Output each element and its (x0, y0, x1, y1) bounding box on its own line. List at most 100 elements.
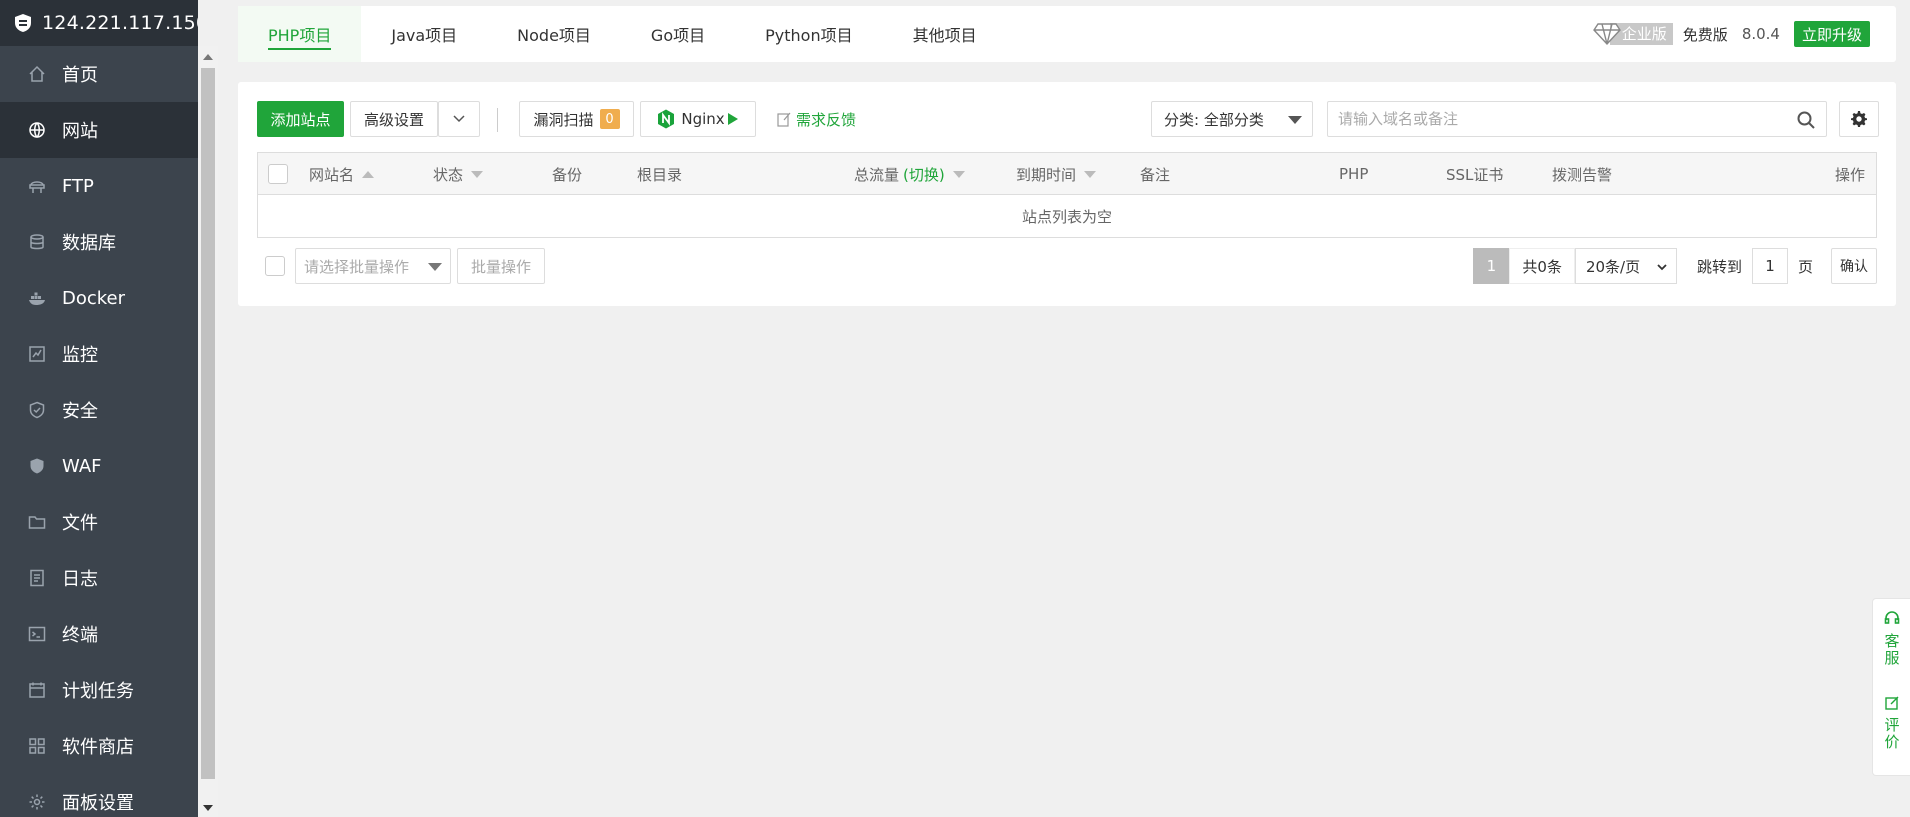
free-edition-label[interactable]: 免费版 (1683, 24, 1728, 45)
sidebar-item-label: 监控 (62, 345, 98, 366)
sidebar-item-files[interactable]: 文件 (0, 494, 198, 550)
enterprise-edition[interactable]: 企业版 (1592, 22, 1673, 46)
col-site-name[interactable]: 网站名 (309, 153, 375, 195)
server-header[interactable]: 124.221.117.150 0 (0, 0, 198, 46)
database-icon (28, 233, 46, 251)
feedback-link[interactable]: 需求反馈 (776, 101, 856, 137)
sidebar-item-logs[interactable]: 日志 (0, 550, 198, 606)
sidebar-item-monitor[interactable]: 监控 (0, 326, 198, 382)
globe-icon (28, 121, 46, 139)
tab-other[interactable]: 其他项目 (883, 6, 1007, 62)
tab-java[interactable]: Java项目 (361, 6, 487, 62)
table-settings-button[interactable] (1839, 101, 1879, 137)
customer-service-label: 客服 (1882, 633, 1901, 667)
monitor-icon (28, 345, 46, 363)
current-page[interactable]: 1 (1473, 248, 1510, 284)
waf-icon (28, 457, 46, 475)
search-box[interactable] (1327, 101, 1827, 137)
edit-icon (777, 112, 791, 127)
folder-icon (28, 513, 46, 531)
col-php: PHP (1339, 165, 1369, 183)
nginx-icon (658, 109, 675, 129)
feedback-label: 需求反馈 (796, 110, 857, 129)
scroll-up-arrow-icon[interactable] (203, 54, 213, 60)
jump-page-input[interactable]: 1 (1751, 248, 1788, 284)
headset-icon (1884, 611, 1900, 624)
sidebar-item-website[interactable]: 网站 (0, 102, 198, 158)
sidebar-item-label: WAF (62, 455, 102, 477)
tab-go[interactable]: Go项目 (621, 6, 735, 62)
sidebar-item-waf[interactable]: WAF (0, 438, 198, 494)
col-status-label: 状态 (433, 165, 464, 184)
select-all-checkbox-cell[interactable] (268, 153, 288, 195)
batch-checkbox[interactable] (265, 256, 285, 276)
scroll-down-arrow-icon[interactable] (203, 805, 213, 811)
add-site-button[interactable]: 添加站点 (257, 101, 344, 137)
sidebar-item-label: FTP (62, 175, 94, 197)
upgrade-button[interactable]: 立即升级 (1793, 21, 1870, 47)
search-icon[interactable] (1796, 110, 1816, 130)
sidebar-item-label: 安全 (62, 401, 98, 422)
terminal-icon (28, 625, 46, 643)
sort-desc-icon (952, 170, 965, 178)
col-action: 操作 (1835, 165, 1866, 184)
review-button[interactable]: 评价 (1873, 695, 1910, 751)
tab-python[interactable]: Python项目 (735, 6, 882, 62)
col-ssl: SSL证书 (1446, 165, 1504, 184)
vulnerability-scan-button[interactable]: 漏洞扫描 0 (519, 101, 634, 137)
advanced-dropdown-button[interactable] (438, 101, 480, 137)
sidebar-item-cron[interactable]: 计划任务 (0, 662, 198, 718)
batch-operation-select[interactable]: 请选择批量操作 (295, 248, 451, 284)
sidebar: 124.221.117.150 0 首页 网站 FTP 数据库 Docker 监… (0, 0, 198, 817)
col-root: 根目录 (637, 165, 683, 184)
site-table: 网站名 状态 备份 根目录 总流量 (切换) 到期时间 备注 PHP SSL证书… (257, 152, 1877, 238)
toolbar-divider (497, 108, 498, 132)
table-header: 网站名 状态 备份 根目录 总流量 (切换) 到期时间 备注 PHP SSL证书… (258, 153, 1876, 195)
empty-message: 站点列表为空 (1021, 207, 1112, 226)
tab-php[interactable]: PHP项目 (238, 6, 362, 62)
tab-node[interactable]: Node项目 (487, 6, 621, 62)
col-traffic[interactable]: 总流量 (切换) (854, 153, 965, 195)
col-alarm: 拨测告警 (1552, 165, 1613, 184)
confirm-button[interactable]: 确认 (1831, 248, 1877, 284)
traffic-switch-link[interactable]: (切换) (903, 164, 945, 185)
version-label[interactable]: 8.0.4 (1742, 25, 1780, 43)
nginx-button[interactable]: Nginx (640, 101, 756, 137)
sidebar-item-home[interactable]: 首页 (0, 46, 198, 102)
col-expire[interactable]: 到期时间 (1016, 153, 1097, 195)
sort-desc-icon (471, 170, 484, 178)
sidebar-item-docker[interactable]: Docker (0, 270, 198, 326)
site-list-panel: 添加站点 高级设置 漏洞扫描 0 Nginx 需求反馈 分类: 全部分类 网站名 (238, 82, 1896, 306)
sidebar-item-settings[interactable]: 面板设置 (0, 774, 198, 817)
category-select[interactable]: 分类: 全部分类 (1151, 101, 1313, 137)
sidebar-item-label: 数据库 (62, 233, 116, 254)
gear-icon (28, 793, 46, 811)
sidebar-item-security[interactable]: 安全 (0, 382, 198, 438)
page-suffix: 页 (1797, 257, 1813, 276)
caret-down-icon (428, 263, 442, 271)
batch-operation-button[interactable]: 批量操作 (457, 248, 545, 284)
sidebar-item-appstore[interactable]: 软件商店 (0, 718, 198, 774)
sidebar-item-terminal[interactable]: 终端 (0, 606, 198, 662)
customer-service-button[interactable]: 客服 (1873, 611, 1910, 667)
edit-icon (1885, 696, 1899, 710)
log-icon (28, 569, 46, 587)
nginx-label: Nginx (681, 110, 725, 128)
advanced-settings-button[interactable]: 高级设置 (350, 101, 438, 137)
docker-icon (28, 289, 46, 307)
scroll-thumb[interactable] (201, 68, 215, 779)
page-size-select[interactable]: 20条/页 (1574, 248, 1677, 284)
category-value: 分类: 全部分类 (1164, 110, 1264, 129)
scan-label: 漏洞扫描 (533, 110, 594, 129)
sort-desc-icon (1084, 170, 1097, 178)
col-status[interactable]: 状态 (433, 153, 484, 195)
sidebar-scrollbar[interactable] (198, 46, 218, 817)
calendar-icon (28, 681, 46, 699)
sidebar-item-database[interactable]: 数据库 (0, 214, 198, 270)
sidebar-item-ftp[interactable]: FTP (0, 158, 198, 214)
search-input[interactable] (1328, 102, 1788, 136)
select-all-checkbox[interactable] (268, 164, 288, 184)
sidebar-item-label: 终端 (62, 625, 98, 646)
col-backup: 备份 (552, 165, 583, 184)
col-traffic-label: 总流量 (854, 165, 900, 184)
